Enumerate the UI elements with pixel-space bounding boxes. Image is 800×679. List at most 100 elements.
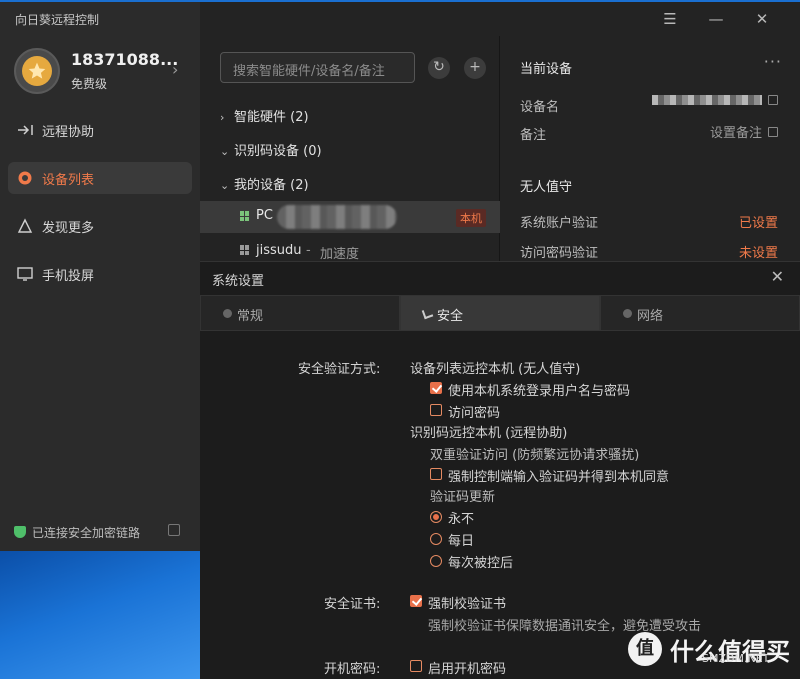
system-auth-label: 系统账户验证: [520, 216, 599, 231]
force-cert-label: 强制校验证书: [428, 597, 507, 612]
sidebar-item-label: 手机投屏: [42, 269, 95, 284]
search-input[interactable]: 搜索智能硬件/设备名/备注: [220, 52, 415, 83]
dialog-title: 系统设置: [212, 274, 265, 289]
chevron-right-icon: ›: [172, 60, 179, 79]
main-window: ☰ — ✕ 搜索智能硬件/设备名/备注 ↻ + › 智能硬件 (2) ⌄ 识别码设备…: [200, 2, 800, 262]
code-update-never-radio[interactable]: [430, 511, 442, 523]
lock-icon[interactable]: [168, 524, 180, 536]
code-update-option: 每次被控后: [448, 556, 514, 571]
group-code-devices[interactable]: ⌄ 识别码设备 (0): [220, 140, 322, 164]
edit-icon: [768, 127, 778, 137]
minimize-icon[interactable]: —: [706, 10, 726, 28]
search-placeholder: 搜索智能硬件/设备名/备注: [233, 64, 385, 79]
chevron-down-icon: ⌄: [220, 179, 230, 192]
close-icon[interactable]: ✕: [752, 10, 772, 28]
code-update-after-control-radio[interactable]: [430, 555, 442, 567]
watermark-sub: SMZDM.NET: [702, 652, 770, 665]
profile-name: 18371088...: [71, 50, 179, 69]
tab-general[interactable]: 常规: [200, 295, 400, 331]
gear-icon: [223, 309, 232, 318]
tab-security[interactable]: 安全: [400, 295, 600, 331]
star-icon: [22, 56, 52, 86]
access-password-checkbox[interactable]: [430, 404, 442, 416]
remark-value[interactable]: 设置备注: [710, 122, 778, 141]
app-title: 向日葵远程控制: [15, 13, 100, 27]
avatar: [14, 48, 60, 94]
network-icon: [623, 309, 632, 318]
windows-icon: [240, 211, 250, 221]
device-list-remote-heading: 设备列表远控本机 (无人值守): [410, 362, 581, 377]
system-auth-value[interactable]: 已设置: [739, 212, 778, 231]
remote-assist-icon: [18, 125, 33, 135]
device-note: 加速度: [320, 247, 360, 262]
force-code-checkbox[interactable]: [430, 468, 442, 480]
edit-icon: [768, 95, 778, 105]
device-name-label: 设备名: [520, 100, 560, 115]
secure-link-label: 已连接安全加密链路: [32, 526, 141, 540]
secure-link-status: 已连接安全加密链路: [14, 524, 140, 541]
chevron-down-icon: ⌄: [220, 145, 230, 158]
device-name-value[interactable]: [652, 94, 778, 109]
sidebar-item-device-list[interactable]: 设备列表: [8, 162, 192, 194]
sidebar: 向日葵远程控制 18371088... 免费级 › 远程协助 设备列表 发现更多…: [0, 2, 200, 551]
sidebar-item-screen-cast[interactable]: 手机投屏: [8, 258, 192, 290]
chevron-right-icon: ›: [220, 111, 225, 124]
tab-network[interactable]: 网络: [600, 295, 800, 331]
remark-label: 备注: [520, 128, 547, 143]
user-profile[interactable]: 18371088... 免费级 ›: [14, 46, 194, 98]
tab-label: 常规: [237, 309, 264, 324]
device-list-icon: [18, 171, 32, 185]
current-device-panel: 当前设备 ··· 设备名 备注 设置备注 无人值守 系统账户验证 已设置 访问密…: [500, 36, 800, 261]
tab-label: 安全: [437, 309, 464, 324]
boot-pwd-label: 开机密码:: [324, 662, 381, 677]
refresh-icon[interactable]: ↻: [428, 57, 450, 79]
code-update-label: 验证码更新: [430, 490, 496, 505]
settings-dialog: 系统设置 ✕ 常规 安全 网络 安全验证方式: 设备列表远控本机 (无人值守) …: [200, 261, 800, 679]
code-update-daily-radio[interactable]: [430, 533, 442, 545]
boot-pwd-checkbox[interactable]: [410, 660, 422, 672]
settings-tabs: 常规 安全 网络: [200, 295, 800, 331]
group-label: 智能硬件 (2): [234, 110, 309, 125]
double-verify-label: 双重验证访问 (防频繁远协请求骚扰): [430, 448, 640, 463]
group-smart-hardware[interactable]: › 智能硬件 (2): [220, 106, 309, 130]
redacted-device-name: [652, 95, 762, 105]
boot-pwd-option-label: 启用开机密码: [428, 662, 507, 677]
device-row-pc[interactable]: PC 本机: [200, 201, 500, 233]
auth-method-label: 安全验证方式:: [298, 362, 381, 377]
sidebar-item-discover[interactable]: 发现更多: [8, 210, 192, 242]
menu-icon[interactable]: ☰: [660, 10, 680, 28]
use-system-login-label: 使用本机系统登录用户名与密码: [448, 384, 631, 399]
more-icon[interactable]: ···: [764, 52, 782, 71]
close-icon[interactable]: ✕: [771, 267, 784, 286]
watermark: 值 什么值得买 SMZDM.NET: [628, 630, 800, 676]
tab-label: 网络: [637, 309, 664, 324]
current-device-title: 当前设备: [520, 62, 573, 77]
windows-icon: [240, 245, 250, 255]
sidebar-item-label: 远程协助: [42, 125, 95, 140]
force-code-label: 强制控制端输入验证码并得到本机同意: [448, 470, 670, 485]
group-label: 我的设备 (2): [234, 178, 309, 193]
access-pwd-value[interactable]: 未设置: [739, 242, 778, 261]
group-my-devices[interactable]: ⌄ 我的设备 (2): [220, 174, 309, 198]
screen-cast-icon: [17, 267, 33, 281]
force-cert-checkbox[interactable]: [410, 595, 422, 607]
code-update-option: 永不: [448, 512, 475, 527]
access-pwd-label: 访问密码验证: [520, 246, 599, 261]
unattended-title: 无人值守: [520, 180, 573, 195]
profile-level: 免费级: [71, 77, 108, 91]
device-name: jissudu: [256, 243, 302, 258]
window-controls: ☰ — ✕: [660, 2, 800, 36]
redacted-name: [277, 205, 397, 229]
sidebar-item-remote-assist[interactable]: 远程协助: [8, 114, 192, 146]
code-remote-heading: 识别码远控本机 (远程协助): [410, 426, 568, 441]
remark-text: 设置备注: [709, 126, 762, 141]
add-icon[interactable]: +: [464, 57, 486, 79]
access-password-label: 访问密码: [448, 406, 501, 421]
device-list-panel: 搜索智能硬件/设备名/备注 ↻ + › 智能硬件 (2) ⌄ 识别码设备 (0) ⌄…: [200, 36, 500, 262]
sidebar-item-label: 发现更多: [42, 221, 95, 236]
device-separator: -: [306, 243, 311, 258]
use-system-login-checkbox[interactable]: [430, 382, 442, 394]
cert-label: 安全证书:: [324, 597, 381, 612]
group-label: 识别码设备 (0): [234, 144, 322, 159]
desktop-background: [0, 551, 200, 679]
